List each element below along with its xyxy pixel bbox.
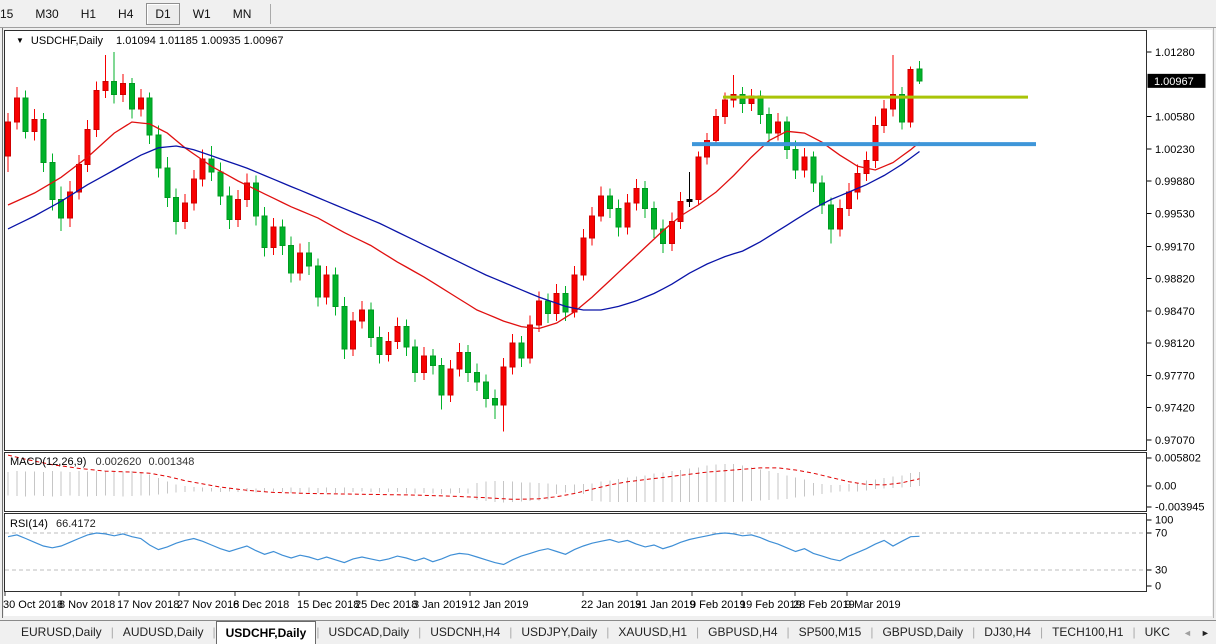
date-axis-label: 8 Nov 2018	[59, 599, 115, 611]
macd-axis-label: 0.00	[1155, 481, 1176, 493]
toolbar-button-h4[interactable]: H4	[109, 3, 142, 25]
tab-dj30-h4[interactable]: DJ30,H4	[975, 621, 1040, 644]
tab-tech100-h1[interactable]: TECH100,H1	[1043, 621, 1132, 644]
tab-usdcnh-h4[interactable]: USDCNH,H4	[421, 621, 509, 644]
date-axis-label: 12 Jan 2019	[468, 599, 529, 611]
date-axis-label: 27 Nov 2018	[177, 599, 239, 611]
price-axis-label: 1.01280	[1155, 47, 1195, 59]
tab-usdchf-daily[interactable]: USDCHF,Daily	[216, 621, 317, 644]
price-axis-label: 0.99880	[1155, 176, 1195, 188]
tab-usdjpy-daily[interactable]: USDJPY,Daily	[512, 621, 606, 644]
price-axis-label: 0.98820	[1155, 274, 1195, 286]
macd-main-value: 0.002620	[95, 456, 141, 468]
toolbar-button-mn[interactable]: MN	[224, 3, 261, 25]
macd-axis-label: 0.005802	[1155, 453, 1201, 465]
price-axis-label: 1.00580	[1155, 112, 1195, 124]
rsi-value: 66.4172	[56, 518, 96, 530]
chart-ohlc-values: 1.01094 1.01185 1.00935 1.00967	[116, 35, 283, 47]
toolbar-separator	[270, 4, 271, 24]
tab-xauusd-h1[interactable]: XAUUSD,H1	[609, 621, 696, 644]
tab-ukc[interactable]: UKC	[1136, 621, 1179, 644]
tab-scroll-right-icon[interactable]: ►	[1201, 628, 1210, 638]
rsi-axis-label: 0	[1155, 581, 1161, 593]
rsi-indicator-label: RSI(14) 66.4172	[10, 518, 96, 530]
tab-scroll-left-icon[interactable]: ◄	[1183, 628, 1192, 638]
toolbar-button-m30[interactable]: M30	[26, 3, 67, 25]
rsi-name: RSI(14)	[10, 518, 48, 530]
macd-name: MACD(12,26,9)	[10, 456, 86, 468]
macd-axis-label: -0.003945	[1155, 502, 1205, 514]
date-axis-label: 6 Dec 2018	[233, 599, 289, 611]
date-axis-label: 30 Oct 2018	[3, 599, 63, 611]
macd-indicator-label: MACD(12,26,9) 0.002620 0.001348	[10, 456, 194, 468]
tab-audusd-daily[interactable]: AUDUSD,Daily	[114, 621, 213, 644]
price-axis-label: 0.97420	[1155, 403, 1195, 415]
macd-signal-value: 0.001348	[148, 456, 194, 468]
tab-gbpusd-h4[interactable]: GBPUSD,H4	[699, 621, 786, 644]
price-axis-label: 0.99170	[1155, 241, 1195, 253]
price-axis-label: 0.97770	[1155, 370, 1195, 382]
price-axis-label: 0.98120	[1155, 338, 1195, 350]
date-axis-label: 31 Jan 2019	[635, 599, 696, 611]
toolbar-button-d1[interactable]: D1	[146, 3, 179, 25]
toolbar-button-h1[interactable]: H1	[72, 3, 105, 25]
date-axis-label: 9 Mar 2019	[845, 599, 901, 611]
rsi-axis-label: 100	[1155, 515, 1173, 527]
chart-title: ▼ USDCHF,Daily 1.01094 1.01185 1.00935 1…	[16, 35, 283, 47]
date-axis-label: 15 Dec 2018	[297, 599, 359, 611]
date-axis-label: 17 Nov 2018	[117, 599, 179, 611]
chart-canvas[interactable]: 1.01280 1.00580 1.00230 0.99880 0.99530 0.991…	[0, 0, 1216, 644]
date-axis-label: 25 Dec 2018	[355, 599, 417, 611]
rsi-axis-label: 70	[1155, 528, 1167, 540]
price-axis-label: 1.00230	[1155, 144, 1195, 156]
svg-text:1.00967: 1.00967	[1154, 76, 1194, 88]
timeframe-toolbar: 15M30H1H4D1W1MN	[0, 0, 1216, 28]
toolbar-button-15[interactable]: 15	[0, 3, 22, 25]
price-axis-label: 0.97070	[1155, 435, 1195, 447]
date-axis-label: 22 Jan 2019	[581, 599, 642, 611]
chart-tab-bar: EURUSD,Daily|AUDUSD,Daily|USDCHF,Daily|U…	[0, 620, 1216, 644]
chart-dropdown-icon[interactable]: ▼	[16, 37, 24, 45]
mt4-window: { "toolbar": { "timeframes": [ {"label":…	[0, 0, 1216, 644]
rsi-axis-label: 30	[1155, 565, 1167, 577]
tab-scroll-arrows: ◄►	[1179, 621, 1216, 644]
tab-eurusd-daily[interactable]: EURUSD,Daily	[12, 621, 111, 644]
date-axis-label: 3 Jan 2019	[413, 599, 467, 611]
toolbar-button-w1[interactable]: W1	[184, 3, 220, 25]
price-axis-label: 0.98470	[1155, 306, 1195, 318]
tab-gbpusd-daily[interactable]: GBPUSD,Daily	[873, 621, 972, 644]
price-axis-label: 0.99530	[1155, 208, 1195, 220]
chart-symbol-label: USDCHF,Daily	[31, 35, 103, 47]
tab-sp500-m15[interactable]: SP500,M15	[790, 621, 871, 644]
tab-usdcad-daily[interactable]: USDCAD,Daily	[319, 621, 418, 644]
date-axis-label: 9 Feb 2019	[690, 599, 746, 611]
